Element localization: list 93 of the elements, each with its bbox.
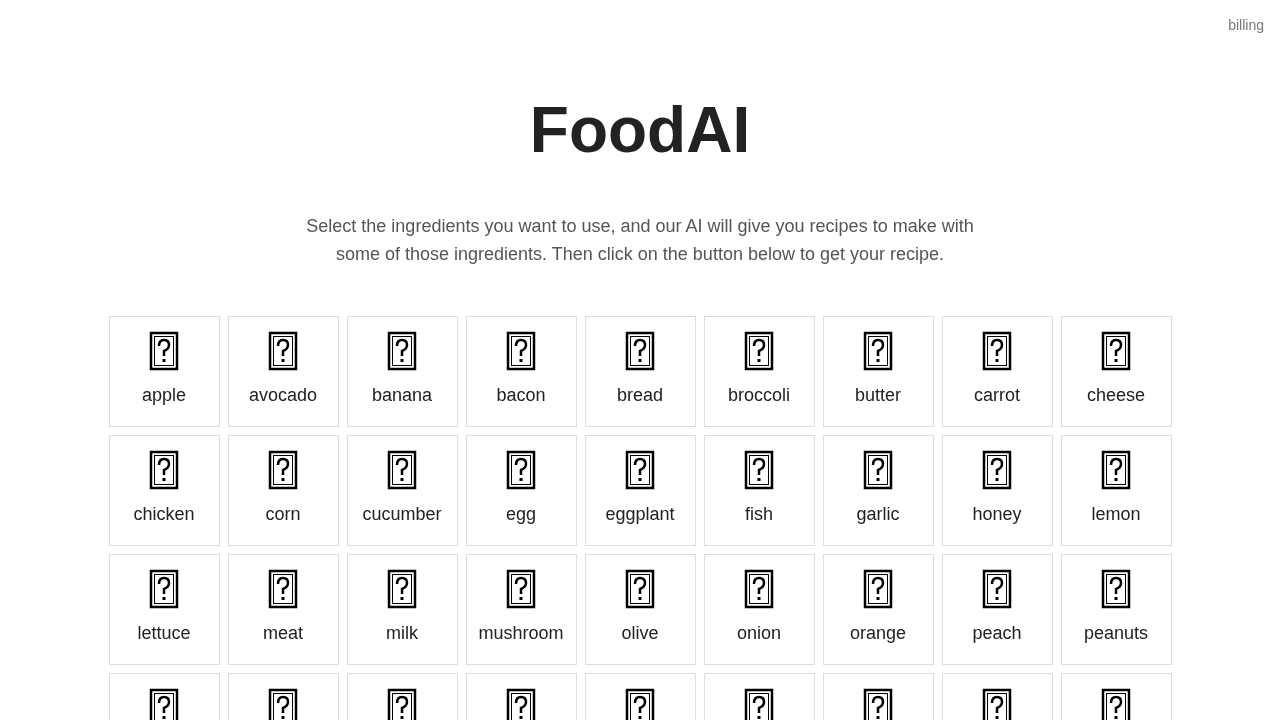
missing-glyph-icon: [268, 688, 298, 720]
ingredient-label: lemon: [1091, 504, 1141, 525]
missing-glyph-icon: [863, 450, 893, 490]
missing-glyph-icon: [506, 569, 536, 609]
missing-glyph-icon: [1101, 569, 1131, 609]
ingredient-card[interactable]: broccoli: [703, 316, 815, 427]
ingredient-card[interactable]: garlic: [822, 435, 934, 546]
missing-glyph-icon: [149, 331, 179, 371]
ingredient-card[interactable]: orange: [822, 554, 934, 665]
missing-glyph-icon: [863, 569, 893, 609]
ingredient-label: eggplant: [605, 504, 675, 525]
missing-glyph-icon: [982, 450, 1012, 490]
missing-glyph-icon: [1101, 450, 1131, 490]
ingredient-card[interactable]: fish: [703, 435, 815, 546]
ingredient-label: apple: [141, 385, 186, 406]
ingredient-label: bread: [616, 385, 663, 406]
ingredient-label: cheese: [1086, 385, 1145, 406]
missing-glyph-icon: [506, 450, 536, 490]
missing-glyph-icon: [1101, 331, 1131, 371]
ingredient-label: egg: [505, 504, 536, 525]
ingredient-label: mushroom: [478, 623, 564, 644]
missing-glyph-icon: [268, 331, 298, 371]
missing-glyph-icon: [625, 331, 655, 371]
ingredient-label: garlic: [856, 504, 900, 525]
missing-glyph-icon: [744, 569, 774, 609]
ingredient-label: corn: [265, 504, 301, 525]
ingredient-label: carrot: [974, 385, 1020, 406]
ingredient-card[interactable]: carrot: [941, 316, 1053, 427]
missing-glyph-icon: [625, 688, 655, 720]
missing-glyph-icon: [506, 331, 536, 371]
ingredient-label: milk: [386, 623, 418, 644]
ingredient-card[interactable]: lemon: [1060, 435, 1172, 546]
ingredient-card[interactable]: honey: [941, 435, 1053, 546]
ingredient-label: avocado: [248, 385, 318, 406]
missing-glyph-icon: [506, 688, 536, 720]
ingredient-label: onion: [736, 623, 781, 644]
missing-glyph-icon: [863, 688, 893, 720]
ingredient-label: broccoli: [728, 385, 790, 406]
missing-glyph-icon: [744, 450, 774, 490]
missing-glyph-icon: [268, 450, 298, 490]
ingredient-card[interactable]: meat: [227, 554, 339, 665]
missing-glyph-icon: [625, 569, 655, 609]
ingredient-card[interactable]: eggplant: [584, 435, 696, 546]
missing-glyph-icon: [1101, 688, 1131, 720]
description-text: Select the ingredients you want to use, and our AI will give you recipes to make with some of those ingredients. Then click on the button below to get your recipe.: [305, 215, 975, 266]
missing-glyph-icon: [387, 688, 417, 720]
ingredient-label: butter: [855, 385, 901, 406]
ingredient-card[interactable]: bread: [584, 316, 696, 427]
ingredient-card[interactable]: avocado: [227, 316, 339, 427]
ingredient-label: honey: [972, 504, 1022, 525]
missing-glyph-icon: [982, 331, 1012, 371]
missing-glyph-icon: [863, 331, 893, 371]
page-title: FoodAI: [529, 93, 751, 168]
missing-glyph-icon: [387, 569, 417, 609]
ingredient-label: cucumber: [362, 504, 442, 525]
missing-glyph-icon: [744, 688, 774, 720]
billing-link[interactable]: billing: [1228, 17, 1264, 33]
ingredient-card[interactable]: milk: [346, 554, 458, 665]
ingredient-label: fish: [745, 504, 773, 525]
missing-glyph-icon: [149, 688, 179, 720]
ingredient-card[interactable]: lettuce: [108, 554, 220, 665]
ingredient-label: peach: [972, 623, 1022, 644]
ingredient-card[interactable]: banana: [346, 316, 458, 427]
missing-glyph-icon: [149, 450, 179, 490]
ingredient-card[interactable]: olive: [584, 554, 696, 665]
ingredient-card[interactable]: chicken: [108, 435, 220, 546]
ingredient-card[interactable]: egg: [465, 435, 577, 546]
ingredient-label: banana: [371, 385, 433, 406]
missing-glyph-icon: [625, 450, 655, 490]
ingredient-card[interactable]: mushroom: [465, 554, 577, 665]
missing-glyph-icon: [982, 688, 1012, 720]
ingredient-label: bacon: [496, 385, 546, 406]
ingredient-label: orange: [849, 623, 907, 644]
ingredient-label: chicken: [133, 504, 195, 525]
missing-glyph-icon: [982, 569, 1012, 609]
ingredient-card[interactable]: peanuts: [1060, 554, 1172, 665]
ingredient-card[interactable]: peach: [941, 554, 1053, 665]
ingredient-card[interactable]: cucumber: [346, 435, 458, 546]
missing-glyph-icon: [744, 331, 774, 371]
ingredient-card[interactable]: onion: [703, 554, 815, 665]
ingredient-card[interactable]: corn: [227, 435, 339, 546]
ingredient-label: olive: [621, 623, 659, 644]
ingredient-label: peanuts: [1083, 623, 1149, 644]
ingredient-card[interactable]: apple: [108, 316, 220, 427]
ingredient-card[interactable]: bacon: [465, 316, 577, 427]
missing-glyph-icon: [268, 569, 298, 609]
ingredient-label: lettuce: [137, 623, 191, 644]
missing-glyph-icon: [387, 331, 417, 371]
ingredient-label: meat: [263, 623, 303, 644]
ingredient-card[interactable]: butter: [822, 316, 934, 427]
ingredient-card[interactable]: cheese: [1060, 316, 1172, 427]
missing-glyph-icon: [149, 569, 179, 609]
missing-glyph-icon: [387, 450, 417, 490]
